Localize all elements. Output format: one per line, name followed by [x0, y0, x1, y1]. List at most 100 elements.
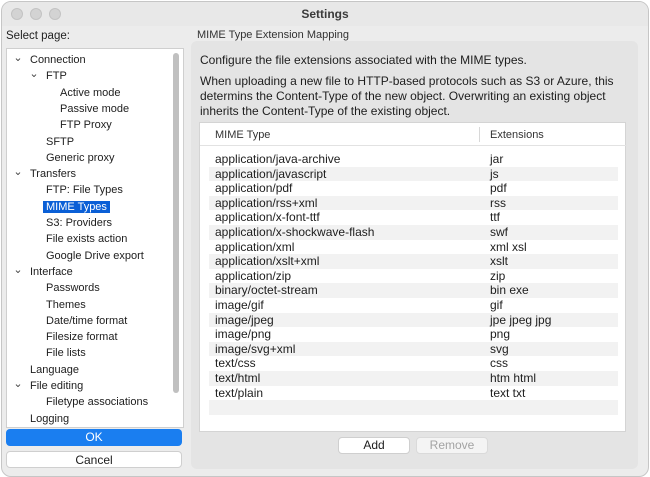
tree-item-label: S3: Providers — [46, 217, 113, 229]
tree-item[interactable]: Logging — [27, 412, 72, 427]
tree-item-label: Interface — [30, 265, 73, 278]
ok-button[interactable]: OK — [6, 429, 182, 446]
cancel-button[interactable]: Cancel — [6, 451, 182, 468]
chevron-down-icon[interactable]: ⌄ — [13, 51, 23, 64]
tree-item[interactable]: FTP Proxy — [57, 118, 115, 133]
tree-item[interactable]: Connection — [27, 53, 89, 68]
tree-item-label: Filetype associations — [46, 396, 149, 409]
extensions-cell: jar — [490, 152, 504, 166]
add-button[interactable]: Add — [338, 437, 410, 454]
mime-type-cell: image/svg+xml — [215, 341, 296, 356]
mime-type-cell: text/plain — [215, 385, 264, 400]
tree-item[interactable]: Filetype associations — [43, 395, 151, 410]
chevron-down-icon[interactable]: ⌄ — [13, 165, 23, 178]
table-row-empty — [209, 400, 618, 415]
table-row[interactable]: text/css css — [209, 356, 618, 371]
tree-item[interactable]: Passwords — [43, 281, 103, 296]
tree-item[interactable]: Language — [27, 363, 82, 378]
tree-item[interactable]: FTP: File Types — [43, 183, 126, 198]
tree-item-label: Date/time format — [46, 314, 128, 327]
extensions-cell: png — [490, 327, 511, 342]
panel-description-detail: When uploading a new file to HTTP-based … — [200, 74, 614, 118]
extensions-cell: swf — [490, 225, 508, 239]
tree-item[interactable]: FTP — [43, 69, 70, 84]
tree-item[interactable]: Date/time format — [43, 314, 130, 329]
table-row[interactable]: application/x-font-ttf ttf — [209, 210, 618, 225]
tree-item[interactable]: Generic proxy — [43, 151, 117, 166]
table-row[interactable]: text/html htm html — [209, 371, 618, 386]
mime-type-cell: application/xslt+xml — [215, 254, 320, 269]
tree-item-label: FTP Proxy — [60, 119, 112, 132]
tree-item-label: Logging — [30, 412, 70, 425]
tree-item[interactable]: Passive mode — [57, 102, 132, 117]
extensions-cell: js — [490, 166, 499, 181]
settings-page-tree[interactable]: ⌄ Connection ⌄ FTP Active mode Passive mode FT… — [6, 48, 184, 428]
table-row[interactable]: application/x-shockwave-flash swf — [209, 225, 618, 240]
table-row[interactable]: application/javascript js — [209, 166, 618, 182]
window-title: Settings — [301, 7, 349, 21]
table-row[interactable]: application/java-archive jar — [209, 152, 618, 167]
extensions-cell: htm html — [490, 371, 537, 385]
table-row[interactable]: image/svg+xml svg — [209, 341, 618, 357]
tree-item-label: Passwords — [46, 282, 100, 295]
table-row[interactable]: application/rss+xml rss — [209, 195, 618, 211]
tree-scrollbar[interactable] — [173, 53, 179, 393]
panel-title: MIME Type Extension Mapping — [197, 29, 350, 41]
table-row[interactable]: application/pdf pdf — [209, 181, 618, 196]
mime-type-cell: image/jpeg — [215, 312, 274, 327]
panel-description: Configure the file extensions associated… — [200, 53, 527, 67]
tree-item[interactable]: Interface — [27, 265, 76, 280]
extensions-cell: svg — [490, 341, 509, 356]
tree-item[interactable]: File editing — [27, 379, 86, 394]
table-row[interactable]: image/gif gif — [209, 298, 618, 313]
extensions-cell: zip — [490, 268, 506, 283]
extensions-cell: text txt — [490, 385, 526, 400]
table-row[interactable]: text/plain text txt — [209, 386, 618, 401]
column-header-extensions[interactable]: Extensions — [490, 129, 544, 141]
tree-item[interactable]: File exists action — [43, 232, 130, 247]
tree-item[interactable]: Google Drive export — [43, 249, 147, 264]
extensions-cell: rss — [490, 195, 506, 210]
tree-item[interactable]: Filesize format — [43, 330, 121, 345]
extensions-cell: css — [490, 356, 508, 371]
tree-item[interactable]: Active mode — [57, 86, 124, 101]
chevron-down-icon[interactable]: ⌄ — [29, 67, 39, 80]
mime-type-cell: image/png — [215, 327, 272, 342]
mime-type-cell: text/css — [215, 356, 256, 371]
tree-item-label: File exists action — [46, 233, 128, 246]
table-row[interactable]: binary/octet-stream bin exe — [209, 283, 618, 298]
select-page-label: Select page: — [6, 30, 70, 42]
tree-item-label: Themes — [46, 298, 86, 311]
tree-item[interactable]: Themes — [43, 298, 89, 313]
table-row[interactable]: image/png png — [209, 327, 618, 342]
table-row[interactable]: application/zip zip — [209, 269, 618, 284]
mime-type-cell: application/zip — [215, 268, 292, 283]
table-row[interactable]: application/xml xml xsl — [209, 240, 618, 255]
chevron-down-icon[interactable]: ⌄ — [13, 263, 23, 276]
extensions-cell: xml xsl — [490, 239, 527, 254]
tree-item-label: Transfers — [30, 168, 77, 181]
remove-button[interactable]: Remove — [416, 437, 488, 454]
mime-type-cell: application/rss+xml — [215, 195, 318, 210]
chevron-down-icon[interactable]: ⌄ — [13, 377, 23, 390]
tree-item[interactable]: MIME Types — [43, 200, 110, 215]
tree-item-label: File editing — [30, 380, 84, 392]
tree-item[interactable]: SFTP — [43, 135, 77, 150]
tree-item-label: Passive mode — [60, 102, 130, 115]
tree-item[interactable]: Transfers — [27, 167, 79, 182]
mime-type-table[interactable]: MIME Type Extensions application/java-ar… — [199, 122, 627, 432]
tree-item-label: Google Drive export — [46, 249, 144, 262]
extensions-cell: bin exe — [490, 283, 529, 298]
tree-item-label: SFTP — [46, 135, 75, 148]
table-row[interactable]: application/xslt+xml xslt — [209, 254, 618, 269]
tree-item[interactable]: S3: Providers — [43, 216, 115, 231]
tree-item-label: MIME Types — [43, 200, 110, 213]
column-header-mime-type[interactable]: MIME Type — [215, 129, 270, 141]
extensions-cell: jpe jpeg jpg — [490, 312, 552, 327]
mime-type-cell: application/x-shockwave-flash — [215, 225, 375, 239]
mime-type-cell: application/javascript — [215, 166, 327, 181]
tree-item[interactable]: File lists — [43, 346, 89, 361]
column-separator — [479, 127, 480, 142]
extensions-cell: pdf — [490, 181, 507, 196]
table-row[interactable]: image/jpeg jpe jpeg jpg — [209, 312, 618, 328]
